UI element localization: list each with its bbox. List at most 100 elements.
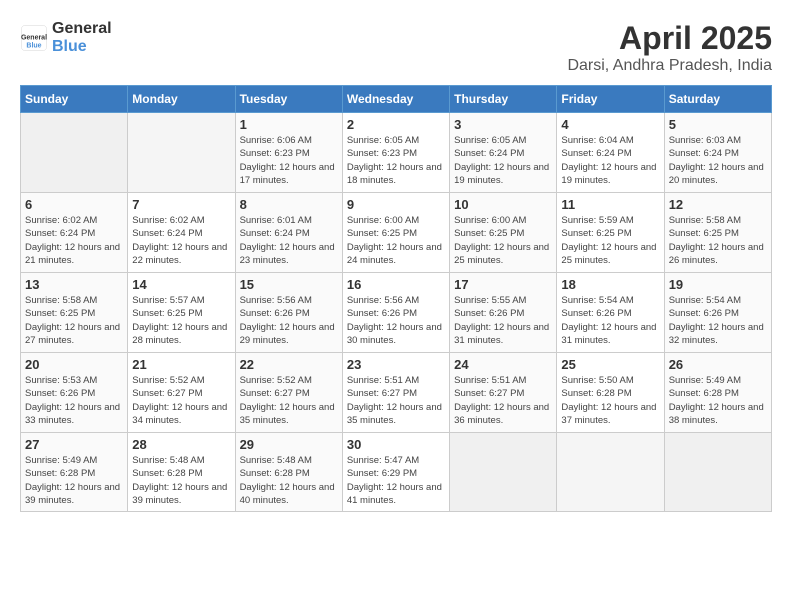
calendar-cell: 13 Sunrise: 5:58 AM Sunset: 6:25 PM Dayli… <box>21 273 128 353</box>
calendar-cell: 6 Sunrise: 6:02 AM Sunset: 6:24 PM Daylig… <box>21 193 128 273</box>
calendar-cell: 7 Sunrise: 6:02 AM Sunset: 6:24 PM Daylig… <box>128 193 235 273</box>
day-info: Sunrise: 6:02 AM Sunset: 6:24 PM Dayligh… <box>25 214 123 267</box>
calendar-cell: 23Sunrise: 5:51 AM Sunset: 6:27 PM Dayli… <box>342 353 449 433</box>
day-number: 20 <box>25 357 123 372</box>
calendar-cell: 12Sunrise: 5:58 AM Sunset: 6:25 PM Dayli… <box>664 193 771 273</box>
day-number: 17 <box>454 277 552 292</box>
day-number: 21 <box>132 357 230 372</box>
day-info: Sunrise: 6:00 AM Sunset: 6:25 PM Dayligh… <box>347 214 445 267</box>
day-number: 22 <box>240 357 338 372</box>
day-number: 3 <box>454 117 552 132</box>
day-info: Sunrise: 6:06 AM Sunset: 6:23 PM Dayligh… <box>240 134 338 187</box>
day-number: 30 <box>347 437 445 452</box>
day-number: 29 <box>240 437 338 452</box>
day-info: Sunrise: 5:53 AM Sunset: 6:26 PM Dayligh… <box>25 374 123 427</box>
week-row-3: 13 Sunrise: 5:58 AM Sunset: 6:25 PM Dayli… <box>21 273 772 353</box>
weekday-header-saturday: Saturday <box>664 86 771 113</box>
logo: General Blue General Blue <box>20 20 112 56</box>
calendar-cell: 14 Sunrise: 5:57 AM Sunset: 6:25 PM Dayli… <box>128 273 235 353</box>
calendar-cell: 26 Sunrise: 5:49 AM Sunset: 6:28 PM Dayli… <box>664 353 771 433</box>
day-info: Sunrise: 6:03 AM Sunset: 6:24 PM Dayligh… <box>669 134 767 187</box>
week-row-1: 1 Sunrise: 6:06 AM Sunset: 6:23 PM Daylig… <box>21 113 772 193</box>
week-row-5: 27 Sunrise: 5:49 AM Sunset: 6:28 PM Dayli… <box>21 433 772 512</box>
day-number: 2 <box>347 117 445 132</box>
weekday-header-thursday: Thursday <box>450 86 557 113</box>
day-info: Sunrise: 5:52 AM Sunset: 6:27 PM Dayligh… <box>132 374 230 427</box>
calendar-cell: 27 Sunrise: 5:49 AM Sunset: 6:28 PM Dayli… <box>21 433 128 512</box>
day-number: 14 <box>132 277 230 292</box>
day-info: Sunrise: 5:56 AM Sunset: 6:26 PM Dayligh… <box>240 294 338 347</box>
calendar-table: SundayMondayTuesdayWednesdayThursdayFrid… <box>20 85 772 512</box>
day-info: Sunrise: 6:05 AM Sunset: 6:24 PM Dayligh… <box>454 134 552 187</box>
day-info: Sunrise: 5:50 AM Sunset: 6:28 PM Dayligh… <box>561 374 659 427</box>
day-number: 27 <box>25 437 123 452</box>
day-info: Sunrise: 5:59 AM Sunset: 6:25 PM Dayligh… <box>561 214 659 267</box>
day-info: Sunrise: 6:02 AM Sunset: 6:24 PM Dayligh… <box>132 214 230 267</box>
calendar-cell: 29 Sunrise: 5:48 AM Sunset: 6:28 PM Dayli… <box>235 433 342 512</box>
day-number: 18 <box>561 277 659 292</box>
day-number: 1 <box>240 117 338 132</box>
calendar-cell: 22 Sunrise: 5:52 AM Sunset: 6:27 PM Dayli… <box>235 353 342 433</box>
day-number: 15 <box>240 277 338 292</box>
calendar-cell: 17 Sunrise: 5:55 AM Sunset: 6:26 PM Dayli… <box>450 273 557 353</box>
calendar-cell: 16Sunrise: 5:56 AM Sunset: 6:26 PM Dayli… <box>342 273 449 353</box>
day-number: 26 <box>669 357 767 372</box>
calendar-cell: 2 Sunrise: 6:05 AM Sunset: 6:23 PM Daylig… <box>342 113 449 193</box>
logo-blue: Blue <box>52 38 87 55</box>
weekday-header-tuesday: Tuesday <box>235 86 342 113</box>
day-number: 7 <box>132 197 230 212</box>
logo-general: General <box>52 20 112 37</box>
day-number: 28 <box>132 437 230 452</box>
day-info: Sunrise: 5:58 AM Sunset: 6:25 PM Dayligh… <box>669 214 767 267</box>
week-row-2: 6 Sunrise: 6:02 AM Sunset: 6:24 PM Daylig… <box>21 193 772 273</box>
day-number: 16 <box>347 277 445 292</box>
calendar-cell <box>450 433 557 512</box>
day-info: Sunrise: 5:54 AM Sunset: 6:26 PM Dayligh… <box>561 294 659 347</box>
calendar-cell: 10Sunrise: 6:00 AM Sunset: 6:25 PM Dayli… <box>450 193 557 273</box>
day-info: Sunrise: 5:47 AM Sunset: 6:29 PM Dayligh… <box>347 454 445 507</box>
calendar-cell: 25 Sunrise: 5:50 AM Sunset: 6:28 PM Dayli… <box>557 353 664 433</box>
day-info: Sunrise: 5:51 AM Sunset: 6:27 PM Dayligh… <box>454 374 552 427</box>
day-info: Sunrise: 5:54 AM Sunset: 6:26 PM Dayligh… <box>669 294 767 347</box>
day-number: 25 <box>561 357 659 372</box>
day-info: Sunrise: 5:49 AM Sunset: 6:28 PM Dayligh… <box>669 374 767 427</box>
location-title: Darsi, Andhra Pradesh, India <box>567 57 772 75</box>
day-number: 5 <box>669 117 767 132</box>
calendar-cell: 8 Sunrise: 6:01 AM Sunset: 6:24 PM Daylig… <box>235 193 342 273</box>
day-number: 6 <box>25 197 123 212</box>
weekday-header-wednesday: Wednesday <box>342 86 449 113</box>
day-info: Sunrise: 6:05 AM Sunset: 6:23 PM Dayligh… <box>347 134 445 187</box>
weekday-header-monday: Monday <box>128 86 235 113</box>
weekday-header-sunday: Sunday <box>21 86 128 113</box>
day-info: Sunrise: 5:55 AM Sunset: 6:26 PM Dayligh… <box>454 294 552 347</box>
day-number: 19 <box>669 277 767 292</box>
logo-icon: General Blue <box>20 24 48 52</box>
day-number: 24 <box>454 357 552 372</box>
day-info: Sunrise: 5:58 AM Sunset: 6:25 PM Dayligh… <box>25 294 123 347</box>
calendar-cell: 19 Sunrise: 5:54 AM Sunset: 6:26 PM Dayli… <box>664 273 771 353</box>
calendar-cell: 9Sunrise: 6:00 AM Sunset: 6:25 PM Daylig… <box>342 193 449 273</box>
day-number: 11 <box>561 197 659 212</box>
svg-text:Blue: Blue <box>26 42 41 49</box>
day-info: Sunrise: 5:52 AM Sunset: 6:27 PM Dayligh… <box>240 374 338 427</box>
day-number: 13 <box>25 277 123 292</box>
svg-text:General: General <box>21 35 47 42</box>
calendar-cell: 30 Sunrise: 5:47 AM Sunset: 6:29 PM Dayli… <box>342 433 449 512</box>
logo-text: General Blue <box>52 20 112 56</box>
day-number: 8 <box>240 197 338 212</box>
day-info: Sunrise: 5:49 AM Sunset: 6:28 PM Dayligh… <box>25 454 123 507</box>
calendar-cell: 5 Sunrise: 6:03 AM Sunset: 6:24 PM Daylig… <box>664 113 771 193</box>
calendar-cell <box>21 113 128 193</box>
day-info: Sunrise: 6:04 AM Sunset: 6:24 PM Dayligh… <box>561 134 659 187</box>
month-title: April 2025 <box>567 20 772 57</box>
day-info: Sunrise: 5:57 AM Sunset: 6:25 PM Dayligh… <box>132 294 230 347</box>
day-info: Sunrise: 5:48 AM Sunset: 6:28 PM Dayligh… <box>132 454 230 507</box>
calendar-cell: 15 Sunrise: 5:56 AM Sunset: 6:26 PM Dayli… <box>235 273 342 353</box>
calendar-cell: 1 Sunrise: 6:06 AM Sunset: 6:23 PM Daylig… <box>235 113 342 193</box>
calendar-cell: 21 Sunrise: 5:52 AM Sunset: 6:27 PM Dayli… <box>128 353 235 433</box>
calendar-cell: 24 Sunrise: 5:51 AM Sunset: 6:27 PM Dayli… <box>450 353 557 433</box>
day-info: Sunrise: 6:01 AM Sunset: 6:24 PM Dayligh… <box>240 214 338 267</box>
day-info: Sunrise: 5:48 AM Sunset: 6:28 PM Dayligh… <box>240 454 338 507</box>
calendar-cell: 18 Sunrise: 5:54 AM Sunset: 6:26 PM Dayli… <box>557 273 664 353</box>
calendar-cell: 4Sunrise: 6:04 AM Sunset: 6:24 PM Daylig… <box>557 113 664 193</box>
